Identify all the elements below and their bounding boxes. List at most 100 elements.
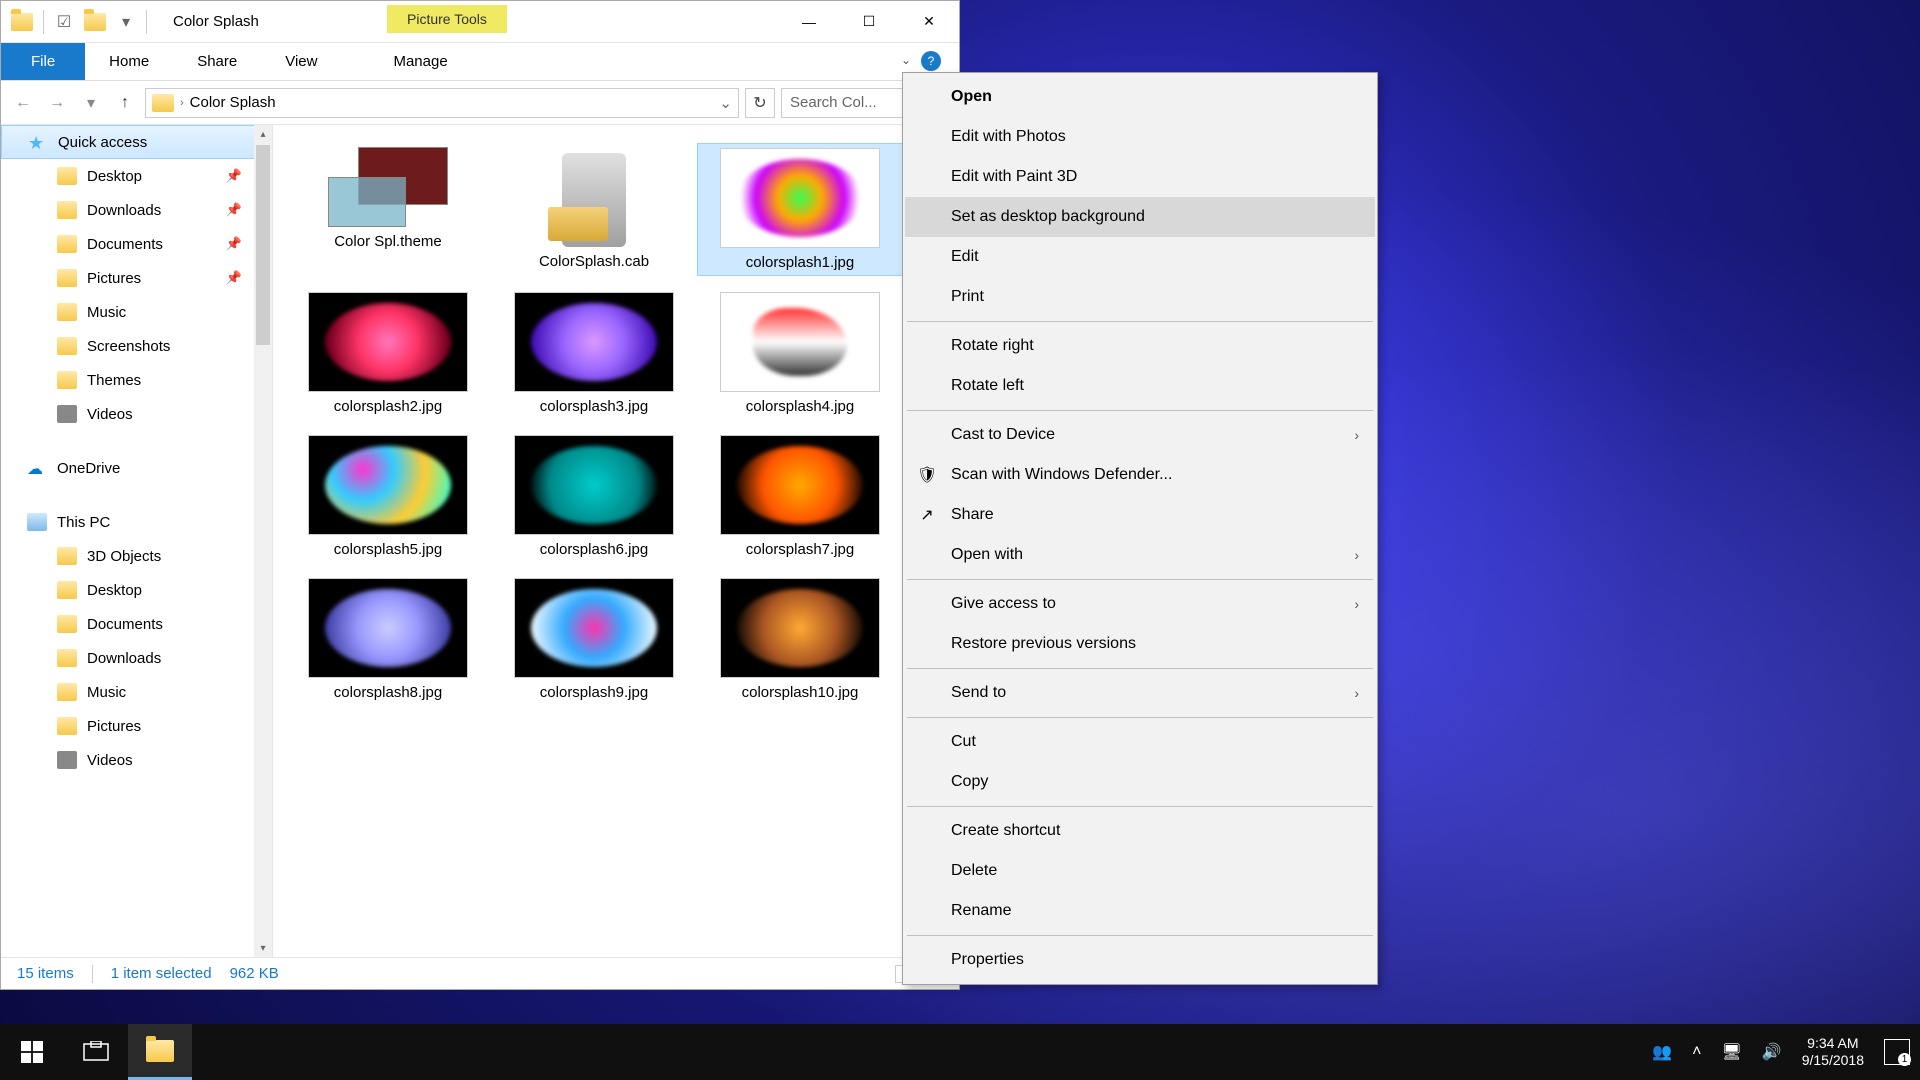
titlebar[interactable]: ☑ ▾ Color Splash Picture Tools — ☐ ✕	[1, 1, 959, 43]
folder-icon	[152, 94, 174, 112]
up-button[interactable]: ↑	[111, 89, 139, 117]
sidebar-item-themes[interactable]: Themes	[1, 363, 272, 397]
file-item[interactable]: colorsplash2.jpg	[285, 288, 491, 419]
video-icon	[57, 405, 77, 423]
sidebar-item-desktop[interactable]: Desktop📌	[1, 159, 272, 193]
menu-separator	[907, 806, 1373, 807]
ribbon-collapse-icon[interactable]: ⌄	[901, 53, 911, 67]
taskbar-file-explorer[interactable]	[128, 1024, 192, 1080]
tab-home[interactable]: Home	[85, 43, 173, 80]
menu-item-open-with[interactable]: Open with›	[905, 535, 1375, 575]
sidebar-item-pictures[interactable]: Pictures	[1, 709, 272, 743]
menu-item-set-as-desktop-background[interactable]: Set as desktop background	[905, 197, 1375, 237]
sidebar-item-this-pc[interactable]: This PC	[1, 505, 272, 539]
sidebar-item-music[interactable]: Music	[1, 295, 272, 329]
menu-item-give-access-to[interactable]: Give access to›	[905, 584, 1375, 624]
menu-item-print[interactable]: Print	[905, 277, 1375, 317]
qat-properties-icon[interactable]: ☑	[54, 12, 74, 32]
breadcrumb[interactable]: › Color Splash ⌄	[145, 88, 739, 118]
file-item[interactable]: colorsplash9.jpg	[491, 574, 697, 705]
sidebar-item-label: Documents	[87, 236, 163, 253]
menu-item-delete[interactable]: Delete	[905, 851, 1375, 891]
tab-file[interactable]: File	[1, 43, 85, 80]
start-button[interactable]	[0, 1024, 64, 1080]
menu-item-cut[interactable]: Cut	[905, 722, 1375, 762]
menu-item-edit-with-photos[interactable]: Edit with Photos	[905, 117, 1375, 157]
menu-separator	[907, 579, 1373, 580]
tray-chevron-icon[interactable]: ˄	[1692, 1043, 1701, 1061]
minimize-button[interactable]: —	[779, 1, 839, 43]
sidebar-item-desktop[interactable]: Desktop	[1, 573, 272, 607]
forward-button[interactable]: →	[43, 89, 71, 117]
sidebar-item-documents[interactable]: Documents	[1, 607, 272, 641]
sidebar-item-quick-access[interactable]: ★Quick access	[1, 125, 272, 159]
file-item[interactable]: colorsplash1.jpg	[697, 143, 903, 276]
qat-new-folder-icon[interactable]	[84, 13, 106, 31]
menu-item-copy[interactable]: Copy	[905, 762, 1375, 802]
menu-item-edit-with-paint-3d[interactable]: Edit with Paint 3D	[905, 157, 1375, 197]
file-label: colorsplash7.jpg	[746, 541, 854, 558]
chevron-right-icon[interactable]: ›	[180, 97, 184, 109]
refresh-button[interactable]: ↻	[745, 88, 775, 118]
close-button[interactable]: ✕	[899, 1, 959, 43]
menu-item-restore-previous-versions[interactable]: Restore previous versions	[905, 624, 1375, 664]
menu-item-scan-with-windows-defender[interactable]: 🛡Scan with Windows Defender...	[905, 455, 1375, 495]
sidebar-item-screenshots[interactable]: Screenshots	[1, 329, 272, 363]
menu-item-rotate-left[interactable]: Rotate left	[905, 366, 1375, 406]
clock[interactable]: 9:34 AM 9/15/2018	[1802, 1035, 1864, 1070]
task-view-button[interactable]	[64, 1024, 128, 1080]
tab-view[interactable]: View	[261, 43, 341, 80]
file-item[interactable]: colorsplash6.jpg	[491, 431, 697, 562]
file-item[interactable]: Color Spl.theme	[285, 143, 491, 276]
sidebar-item-onedrive[interactable]: ☁OneDrive	[1, 451, 272, 485]
sidebar-item-music[interactable]: Music	[1, 675, 272, 709]
scrollbar[interactable]: ▴ ▾	[254, 125, 272, 957]
menu-item-label: Create shortcut	[951, 822, 1060, 840]
breadcrumb-dropdown-icon[interactable]: ⌄	[719, 94, 732, 112]
menu-item-send-to[interactable]: Send to›	[905, 673, 1375, 713]
menu-item-rename[interactable]: Rename	[905, 891, 1375, 931]
sidebar-item-downloads[interactable]: Downloads📌	[1, 193, 272, 227]
scroll-up-icon[interactable]: ▴	[254, 125, 272, 143]
menu-item-edit[interactable]: Edit	[905, 237, 1375, 277]
back-button[interactable]: ←	[9, 89, 37, 117]
file-item[interactable]: colorsplash4.jpg	[697, 288, 903, 419]
tab-share[interactable]: Share	[173, 43, 261, 80]
file-item[interactable]: colorsplash7.jpg	[697, 431, 903, 562]
sidebar-item-videos[interactable]: Videos	[1, 743, 272, 777]
sidebar-item-documents[interactable]: Documents📌	[1, 227, 272, 261]
volume-icon[interactable]: 🔊	[1762, 1042, 1782, 1062]
menu-item-open[interactable]: Open	[905, 77, 1375, 117]
sidebar-item-3d-objects[interactable]: 3D Objects	[1, 539, 272, 573]
file-item[interactable]: colorsplash3.jpg	[491, 288, 697, 419]
action-center-icon[interactable]	[1884, 1039, 1910, 1065]
menu-item-create-shortcut[interactable]: Create shortcut	[905, 811, 1375, 851]
maximize-button[interactable]: ☐	[839, 1, 899, 43]
breadcrumb-item[interactable]: Color Splash	[190, 94, 276, 111]
picture-tools-tab[interactable]: Picture Tools	[387, 5, 507, 33]
menu-item-cast-to-device[interactable]: Cast to Device›	[905, 415, 1375, 455]
file-thumbnail	[328, 147, 448, 227]
file-item[interactable]: colorsplash8.jpg	[285, 574, 491, 705]
tab-manage[interactable]: Manage	[369, 43, 471, 80]
file-item[interactable]: colorsplash5.jpg	[285, 431, 491, 562]
sidebar-item-videos[interactable]: Videos	[1, 397, 272, 431]
scroll-thumb[interactable]	[256, 145, 270, 345]
file-item[interactable]: colorsplash10.jpg	[697, 574, 903, 705]
file-item[interactable]: ColorSplash.cab	[491, 143, 697, 276]
menu-item-rotate-right[interactable]: Rotate right	[905, 326, 1375, 366]
people-icon[interactable]: 👥	[1652, 1042, 1672, 1062]
sidebar-item-downloads[interactable]: Downloads	[1, 641, 272, 675]
network-icon[interactable]: 🖥	[1721, 1042, 1741, 1062]
recent-dropdown-icon[interactable]: ▾	[77, 89, 105, 117]
menu-item-label: Edit	[951, 248, 979, 266]
menu-separator	[907, 410, 1373, 411]
menu-item-share[interactable]: ↗Share	[905, 495, 1375, 535]
sidebar-item-pictures[interactable]: Pictures📌	[1, 261, 272, 295]
menu-item-properties[interactable]: Properties	[905, 940, 1375, 980]
scroll-down-icon[interactable]: ▾	[254, 939, 272, 957]
clock-date: 9/15/2018	[1802, 1052, 1864, 1070]
folder-icon	[57, 615, 77, 633]
help-icon[interactable]: ?	[921, 51, 941, 71]
qat-dropdown-icon[interactable]: ▾	[116, 12, 136, 32]
